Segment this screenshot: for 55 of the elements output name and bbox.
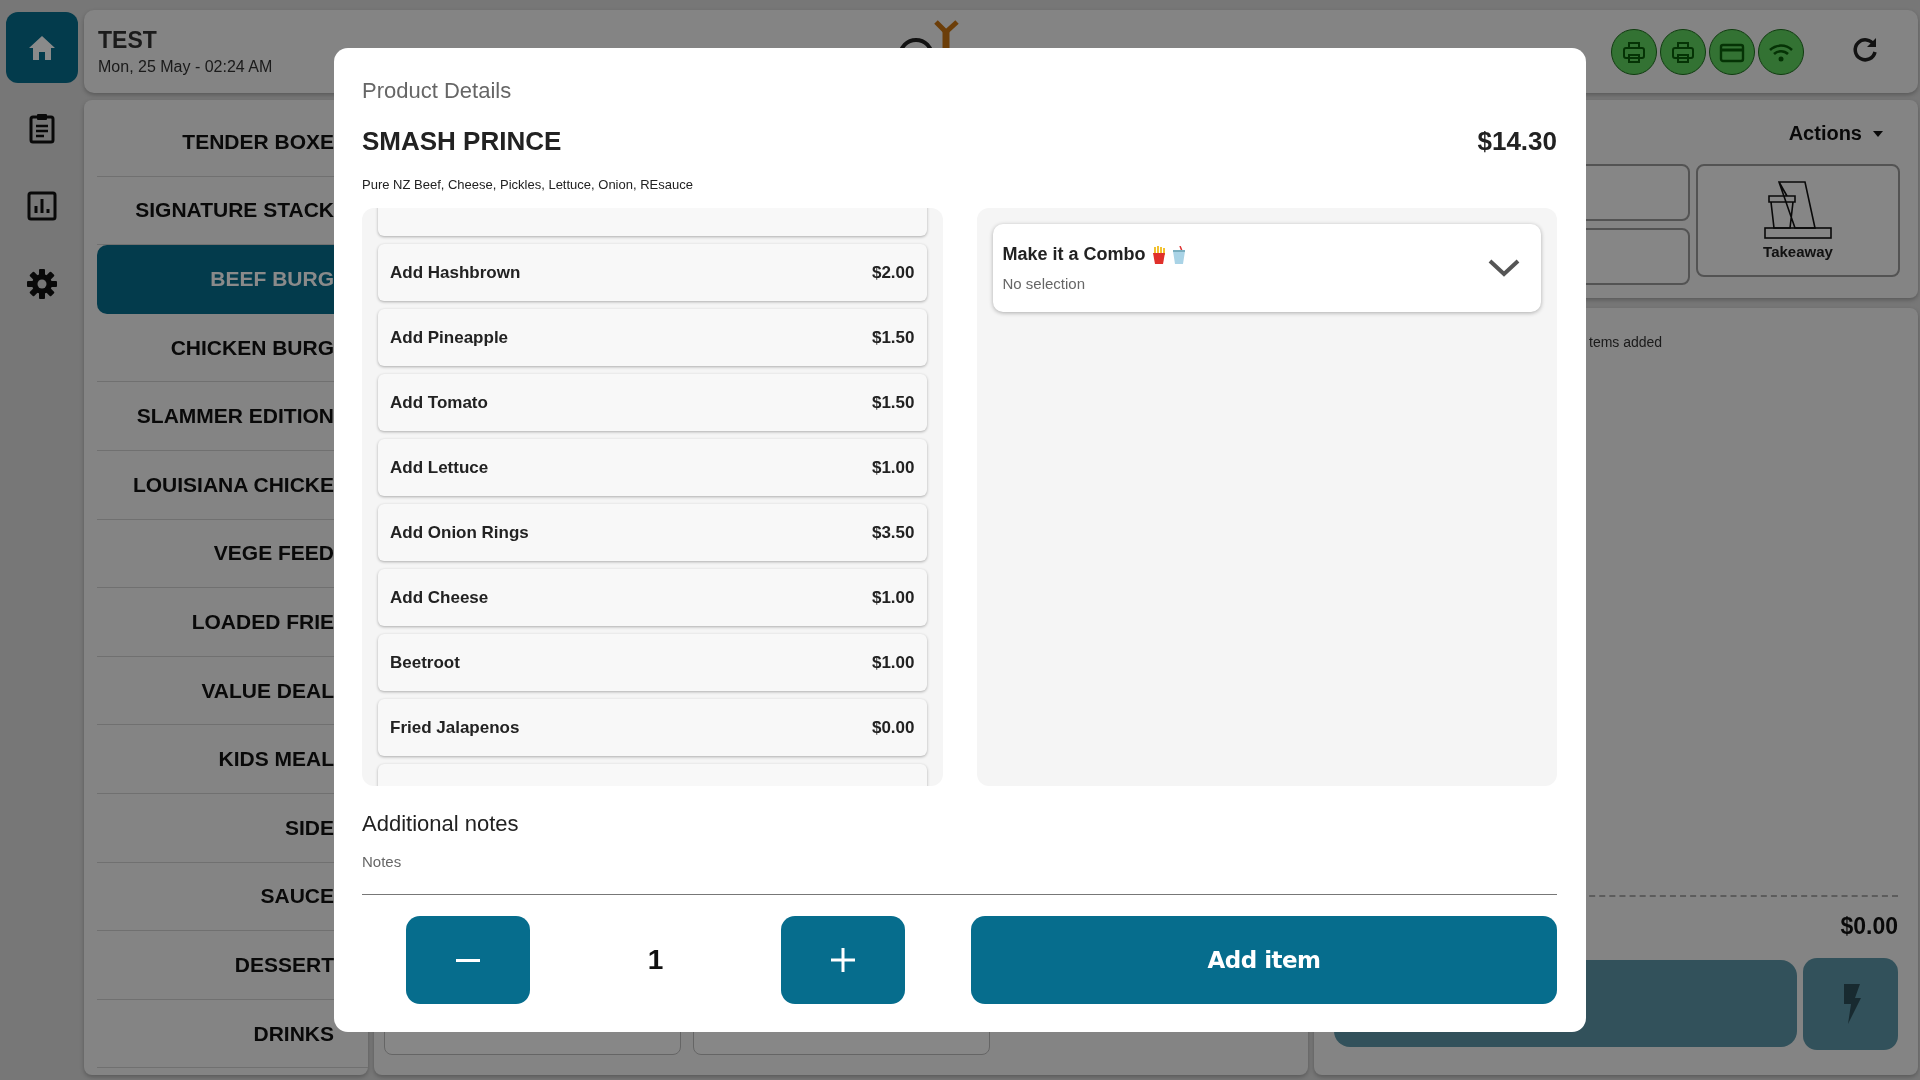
option-price: $1.50 [871, 327, 915, 348]
cup-icon [1171, 245, 1186, 264]
option-card[interactable]: Beetroot $1.00 [378, 634, 927, 691]
quick-pay-button[interactable] [1803, 958, 1898, 1050]
option-price: $2.00 [871, 262, 915, 283]
option-name: Add Cheese [390, 587, 489, 608]
option-name: Add Onion Rings [390, 522, 529, 543]
status-indicator[interactable] [1611, 28, 1657, 75]
takeaway-button[interactable]: Takeaway [1696, 164, 1900, 277]
option-price: $1.00 [871, 652, 915, 673]
option-price: $1.00 [871, 587, 915, 608]
option-price: $1.00 [871, 457, 915, 478]
nav-button[interactable] [6, 12, 78, 83]
fries-icon [1151, 245, 1166, 264]
actions-button[interactable]: Actions [1788, 112, 1900, 155]
option-card[interactable]: Add Cheese $1.00 [378, 569, 927, 626]
plus-icon [831, 948, 855, 972]
product-price: $14.30 [1477, 125, 1557, 158]
decrease-button[interactable] [406, 916, 530, 1004]
option-card[interactable]: Add Tomato $1.50 [378, 374, 927, 431]
increase-button[interactable] [781, 916, 905, 1004]
modifier-dropdown[interactable]: Make it a Combo No selection [992, 224, 1541, 312]
option-name: Fried Jalapenos [390, 717, 520, 738]
empty-order-message: tems added [1589, 334, 1664, 350]
caret-icon [1872, 129, 1884, 138]
modifier-selection: No selection [1002, 275, 1087, 292]
home-icon [27, 33, 57, 62]
dialog-heading: Product Details [362, 77, 513, 105]
option-card[interactable]: Add Hashbrown $2.00 [378, 244, 927, 301]
order-total: $0.00 [1840, 913, 1898, 940]
takeaway-icon [1764, 181, 1832, 239]
option-price: $1.50 [871, 392, 915, 413]
option-name: Add Hashbrown [390, 262, 521, 283]
option-card[interactable]: Fried Jalapenos $0.00 [378, 699, 927, 756]
status-indicator[interactable] [1660, 28, 1706, 75]
option-price: $3.50 [871, 522, 915, 543]
option-card[interactable]: Add Lettuce $1.00 [378, 439, 927, 496]
quantity-value: 1 [647, 944, 664, 976]
clipboard-icon [28, 112, 56, 144]
option-price: $0.00 [871, 717, 915, 738]
date-time: Mon, 25 May - 02:24 AM [98, 58, 274, 76]
settings-icon [26, 268, 58, 300]
option-name: Add Pineapple [390, 327, 509, 348]
store-name: TEST [98, 27, 158, 54]
minus-icon [456, 958, 480, 962]
status-indicator[interactable] [1758, 28, 1804, 75]
option-name: Beetroot [390, 652, 460, 673]
modifier-title: Make it a Combo [1002, 244, 1146, 265]
bar-chart-icon [27, 191, 57, 221]
option-name: Add Tomato [390, 392, 488, 413]
option-name: Add Lettuce [390, 457, 489, 478]
add-item-button[interactable]: Add item [971, 916, 1557, 1004]
option-card[interactable]: Add Pineapple $1.50 [378, 309, 927, 366]
option-card[interactable]: Add Onion Rings $3.50 [378, 504, 927, 561]
status-indicator[interactable] [1709, 28, 1755, 75]
